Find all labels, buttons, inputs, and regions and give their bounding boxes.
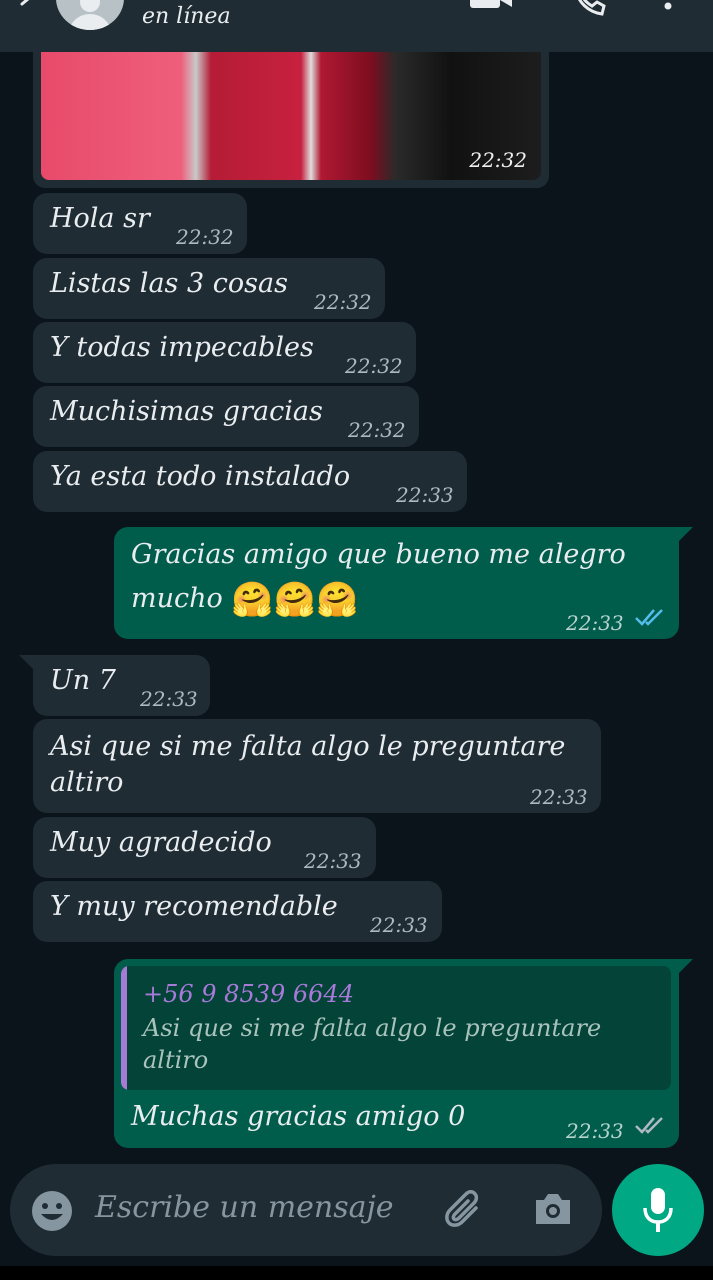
message-time: 22:33 <box>140 687 198 711</box>
incoming-message[interactable]: Asi que si me falta algo le preguntare a… <box>33 719 601 813</box>
more-options-icon[interactable] <box>662 0 674 16</box>
message-time: 22:32 <box>348 418 406 442</box>
quoted-author: +56 9 8539 6644 <box>143 980 354 1008</box>
message-text: Y muy recomendable <box>50 891 338 922</box>
message-time: 22:33 <box>566 1119 624 1143</box>
message-text-line: Gracias amigo que bueno me alegro <box>131 539 626 570</box>
message-time: 22:32 <box>176 225 234 249</box>
outgoing-message[interactable]: Gracias amigo que bueno me alegro mucho … <box>114 527 679 639</box>
message-text-line: Asi que si me falta algo le preguntare <box>50 731 566 762</box>
phone-icon[interactable] <box>572 0 606 16</box>
photo-thumbnail[interactable]: 22:32 <box>41 52 541 180</box>
bubble-tail <box>19 655 33 669</box>
delivered-ticks-icon <box>635 1117 663 1134</box>
message-time: 22:33 <box>530 785 588 809</box>
emoji-icon[interactable] <box>31 1190 73 1232</box>
incoming-message[interactable]: Y muy recomendable 22:33 <box>33 881 442 942</box>
message-time: 22:33 <box>566 611 624 635</box>
video-call-icon[interactable] <box>470 0 514 8</box>
message-text: Muy agradecido <box>50 827 272 858</box>
message-text-line: altiro <box>50 767 124 798</box>
quoted-message[interactable]: +56 9 8539 6644 Asi que si me falta algo… <box>121 966 671 1090</box>
message-time: 22:33 <box>396 483 454 507</box>
message-input[interactable]: Escribe un mensaje <box>95 1190 394 1225</box>
incoming-message[interactable]: Listas las 3 cosas 22:32 <box>33 258 385 319</box>
message-time: 22:33 <box>304 849 362 873</box>
outgoing-reply-message[interactable]: +56 9 8539 6644 Asi que si me falta algo… <box>114 959 679 1148</box>
incoming-message[interactable]: Ya esta todo instalado 22:33 <box>33 451 467 512</box>
message-text: Ya esta todo instalado <box>50 461 351 492</box>
read-ticks-icon <box>635 609 663 626</box>
attach-icon[interactable] <box>442 1188 488 1234</box>
chat-area[interactable]: 22:32 Hola sr 22:32 Listas las 3 cosas 2… <box>0 52 713 1160</box>
message-text: Listas las 3 cosas <box>50 268 288 299</box>
message-text: Hola sr <box>50 203 150 234</box>
message-time: 22:32 <box>469 148 527 172</box>
incoming-message[interactable]: Un 7 22:33 <box>33 655 210 716</box>
message-time: 22:32 <box>345 354 403 378</box>
navigation-bar-strip <box>0 1266 713 1280</box>
message-text: mucho <box>131 583 223 614</box>
message-text: Muchas gracias amigo 0 <box>131 1101 466 1132</box>
mic-icon <box>643 1188 673 1232</box>
message-time: 22:32 <box>314 290 372 314</box>
bubble-tail <box>679 959 693 973</box>
message-text: Un 7 <box>50 665 116 696</box>
message-input-bar[interactable]: Escribe un mensaje <box>10 1164 602 1256</box>
message-text: Y todas impecables <box>50 332 314 363</box>
message-text: Muchisimas gracias <box>50 396 323 427</box>
camera-icon[interactable] <box>532 1190 574 1228</box>
incoming-message[interactable]: Hola sr 22:32 <box>33 193 247 254</box>
message-time: 22:33 <box>370 913 428 937</box>
hugging-face-emoji: 🤗🤗🤗 <box>231 579 359 620</box>
image-message[interactable]: 22:32 <box>33 52 549 188</box>
incoming-message[interactable]: Y todas impecables 22:32 <box>33 322 416 383</box>
avatar[interactable] <box>56 0 124 30</box>
message-text-line: mucho 🤗🤗🤗 <box>131 581 358 618</box>
back-arrow-icon[interactable] <box>12 0 40 18</box>
quoted-text: Asi que si me falta algo le preguntare a… <box>143 1014 602 1074</box>
chat-header: en línea <box>0 0 713 52</box>
contact-status: en línea <box>142 4 231 29</box>
incoming-message[interactable]: Muy agradecido 22:33 <box>33 817 376 878</box>
incoming-message[interactable]: Muchisimas gracias 22:32 <box>33 386 419 447</box>
bubble-tail <box>679 527 693 541</box>
mic-button[interactable] <box>612 1164 704 1256</box>
